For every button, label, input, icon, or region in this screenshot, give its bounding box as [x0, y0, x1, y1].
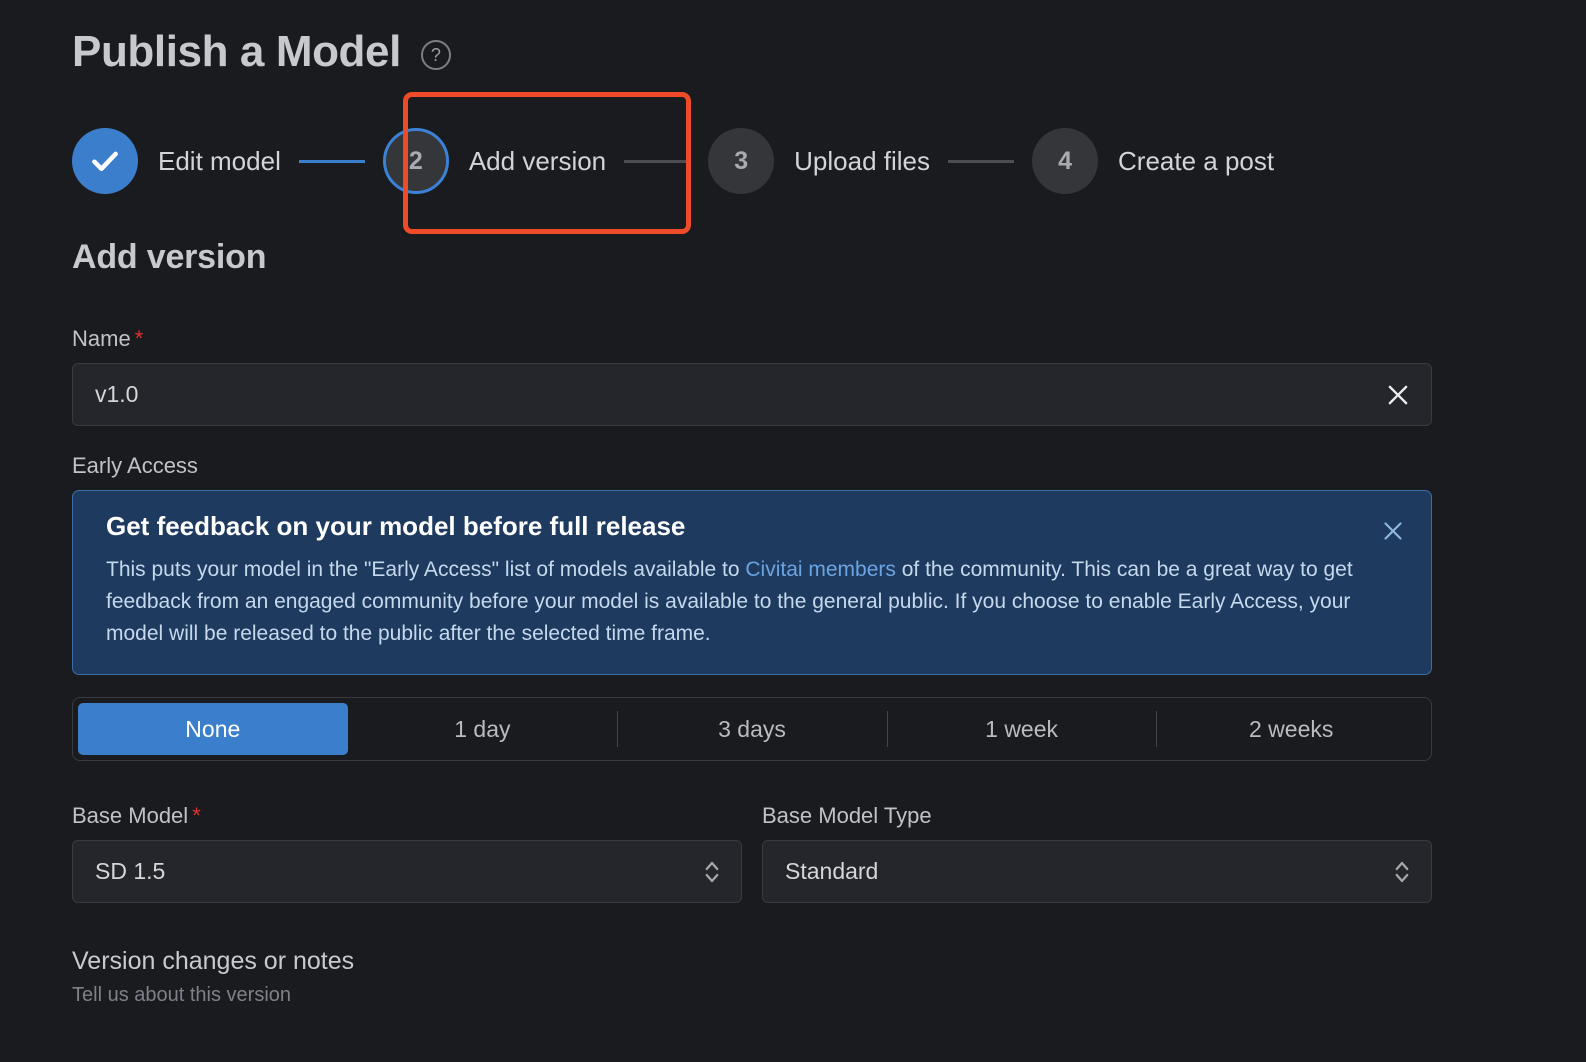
required-asterisk: * [134, 326, 144, 351]
early-access-duration-segmented-control[interactable]: None 1 day 3 days 1 week 2 weeks [72, 697, 1432, 762]
alert-title: Get feedback on your model before full r… [106, 511, 686, 541]
publish-model-page: Publish a Model ? Edit model 2 Add versi… [0, 0, 1586, 1062]
name-label-text: Name [72, 326, 131, 351]
segment-1-week[interactable]: 1 week [886, 703, 1157, 755]
add-version-form: Name * v1.0 Early Access Get feedback on … [72, 326, 1432, 1007]
step-number-2: 2 [408, 146, 423, 175]
step-label-2: Add version [468, 145, 607, 176]
close-icon[interactable] [1381, 519, 1405, 543]
step-label-4: Create a post [1118, 145, 1275, 176]
step-circle-1 [72, 128, 138, 194]
segment-1-day[interactable]: 1 day [348, 703, 618, 755]
help-circle-icon[interactable]: ? [420, 40, 451, 71]
step-number-4: 4 [1058, 146, 1072, 175]
page-header: Publish a Model ? [72, 27, 451, 76]
alert-body-part1: This puts your model in the "Early Acces… [106, 558, 746, 581]
step-circle-3: 3 [708, 128, 775, 194]
stepper-step-edit-model[interactable]: Edit model [72, 128, 281, 194]
stepper: Edit model 2 Add version 3 Upload files … [72, 128, 1274, 194]
civitai-members-link[interactable]: Civitai members [745, 558, 896, 581]
step-label-1: Edit model [158, 145, 281, 176]
step-label-3: Upload files [794, 145, 931, 176]
base-model-type-group: Base Model Type Standard [762, 803, 1432, 904]
segment-2-weeks[interactable]: 2 weeks [1156, 703, 1426, 755]
step-circle-2: 2 [382, 128, 449, 194]
name-input[interactable]: v1.0 [72, 363, 1432, 426]
alert-body: This puts your model in the "Early Acces… [106, 554, 1396, 650]
base-model-label-text: Base Model [72, 803, 189, 829]
step-connector-1-2 [298, 159, 365, 163]
step-connector-2-3 [624, 159, 691, 163]
required-asterisk: * [192, 803, 201, 829]
early-access-group: Early Access Get feedback on your model … [72, 453, 1432, 762]
base-model-value: SD 1.5 [95, 858, 166, 885]
version-notes-title: Version changes or notes [72, 947, 355, 976]
early-access-label: Early Access [72, 453, 198, 478]
step-number-3: 3 [734, 146, 749, 175]
base-model-select[interactable]: SD 1.5 [72, 840, 742, 904]
step-circle-4: 4 [1032, 128, 1099, 194]
base-model-label: Base Model * [72, 803, 742, 829]
section-heading: Add version [72, 238, 267, 276]
name-input-value: v1.0 [95, 381, 139, 407]
early-access-alert: Get feedback on your model before full r… [72, 490, 1432, 676]
name-field-group: Name * v1.0 [72, 326, 1432, 426]
name-label: Name * [72, 326, 1432, 352]
chevron-up-down-icon [705, 861, 719, 882]
stepper-step-create-post[interactable]: 4 Create a post [1032, 128, 1274, 194]
close-icon[interactable] [1385, 382, 1411, 408]
base-model-row: Base Model * SD 1.5 Base Model Type Stand… [72, 803, 1432, 904]
step-connector-3-4 [948, 159, 1015, 163]
segment-none[interactable]: None [78, 703, 348, 756]
base-model-type-select[interactable]: Standard [762, 840, 1432, 904]
check-icon [92, 151, 118, 172]
version-notes-subtitle: Tell us about this version [72, 984, 292, 1007]
help-glyph: ? [430, 45, 441, 66]
segment-3-days[interactable]: 3 days [617, 703, 887, 755]
stepper-step-upload-files[interactable]: 3 Upload files [708, 128, 930, 194]
page-title: Publish a Model [72, 27, 401, 76]
base-model-type-label: Base Model Type [762, 803, 932, 829]
base-model-type-value: Standard [785, 858, 879, 885]
base-model-group: Base Model * SD 1.5 [72, 803, 742, 904]
stepper-step-add-version[interactable]: 2 Add version [382, 128, 607, 194]
version-notes-group: Version changes or notes Tell us about t… [72, 947, 1432, 1007]
chevron-up-down-icon [1395, 861, 1409, 882]
